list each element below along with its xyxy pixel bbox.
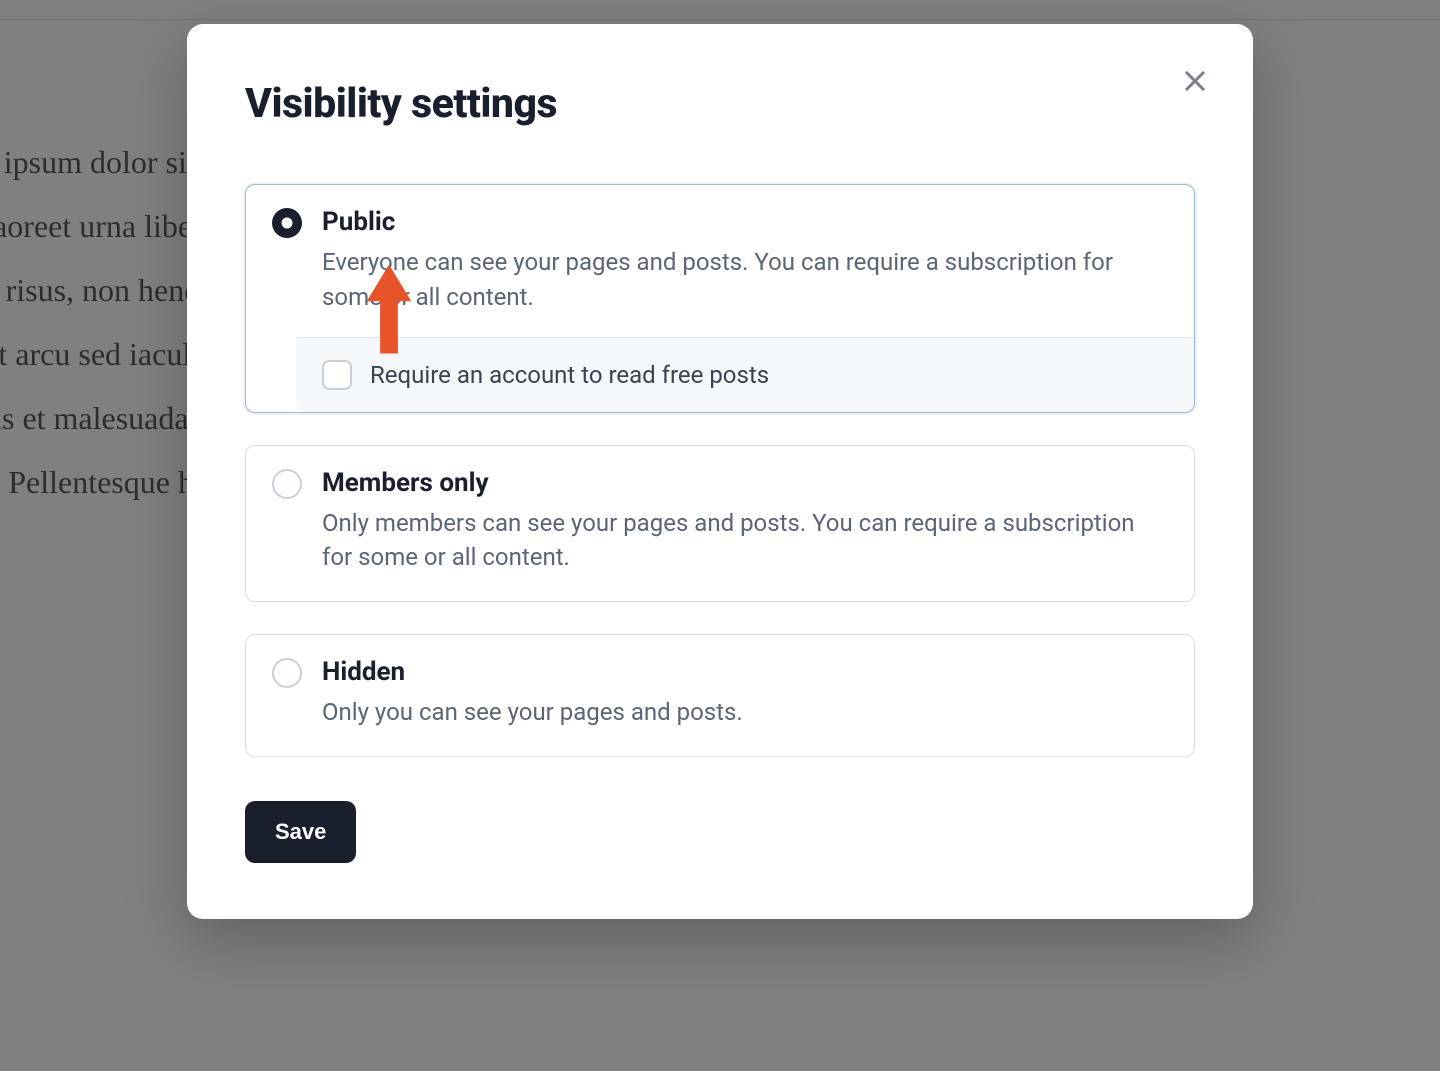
radio-members-only[interactable] — [272, 469, 302, 499]
option-title: Hidden — [322, 657, 1168, 687]
option-title: Public — [322, 207, 1168, 237]
require-account-suboption[interactable]: Require an account to read free posts — [296, 337, 1194, 412]
modal-overlay: Visibility settings Public Everyone can … — [0, 0, 1440, 1071]
visibility-option-members-only[interactable]: Members only Only members can see your p… — [245, 445, 1195, 603]
visibility-option-public[interactable]: Public Everyone can see your pages and p… — [245, 184, 1195, 413]
option-body: Hidden Only you can see your pages and p… — [322, 657, 1168, 730]
require-account-checkbox[interactable] — [322, 360, 352, 390]
visibility-option-hidden[interactable]: Hidden Only you can see your pages and p… — [245, 634, 1195, 757]
option-title: Members only — [322, 468, 1168, 498]
radio-hidden[interactable] — [272, 658, 302, 688]
require-account-label: Require an account to read free posts — [370, 361, 769, 389]
close-button[interactable] — [1177, 64, 1213, 100]
option-description: Only members can see your pages and post… — [322, 506, 1168, 576]
option-description: Everyone can see your pages and posts. Y… — [322, 245, 1168, 315]
option-description: Only you can see your pages and posts. — [322, 695, 1168, 730]
close-icon — [1181, 67, 1209, 98]
visibility-settings-modal: Visibility settings Public Everyone can … — [187, 24, 1253, 919]
option-body: Public Everyone can see your pages and p… — [322, 207, 1168, 412]
visibility-options-group: Public Everyone can see your pages and p… — [245, 184, 1195, 757]
save-button[interactable]: Save — [245, 801, 356, 863]
modal-title: Visibility settings — [245, 80, 1195, 128]
radio-public[interactable] — [272, 208, 302, 238]
option-body: Members only Only members can see your p… — [322, 468, 1168, 576]
